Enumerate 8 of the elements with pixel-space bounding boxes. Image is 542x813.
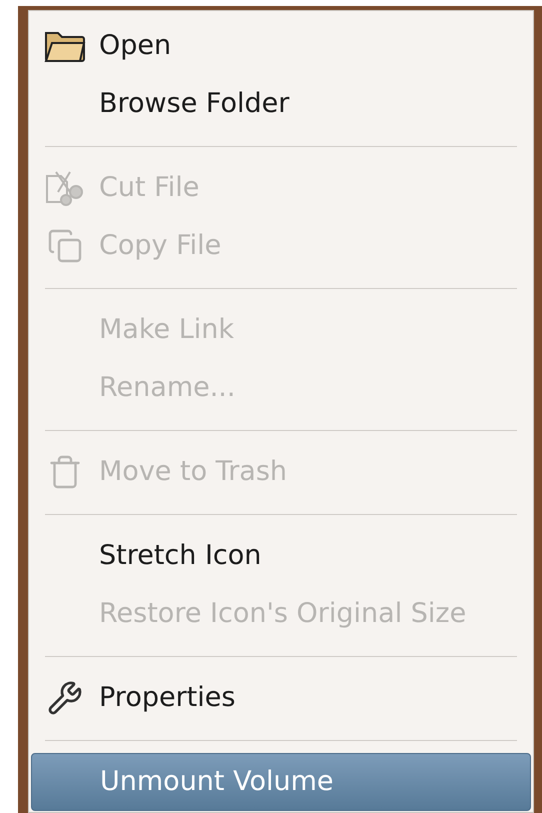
menu-item[interactable]: Properties <box>31 669 531 727</box>
menu-item[interactable]: Open <box>31 17 531 75</box>
wrench-icon <box>47 680 83 716</box>
menu-item[interactable]: Unmount Volume <box>31 753 531 811</box>
copy-icon <box>47 228 83 264</box>
folder-icon <box>44 29 86 63</box>
menu-item[interactable]: Browse Folder <box>31 75 531 133</box>
menu-item[interactable]: Stretch Icon <box>31 527 531 585</box>
